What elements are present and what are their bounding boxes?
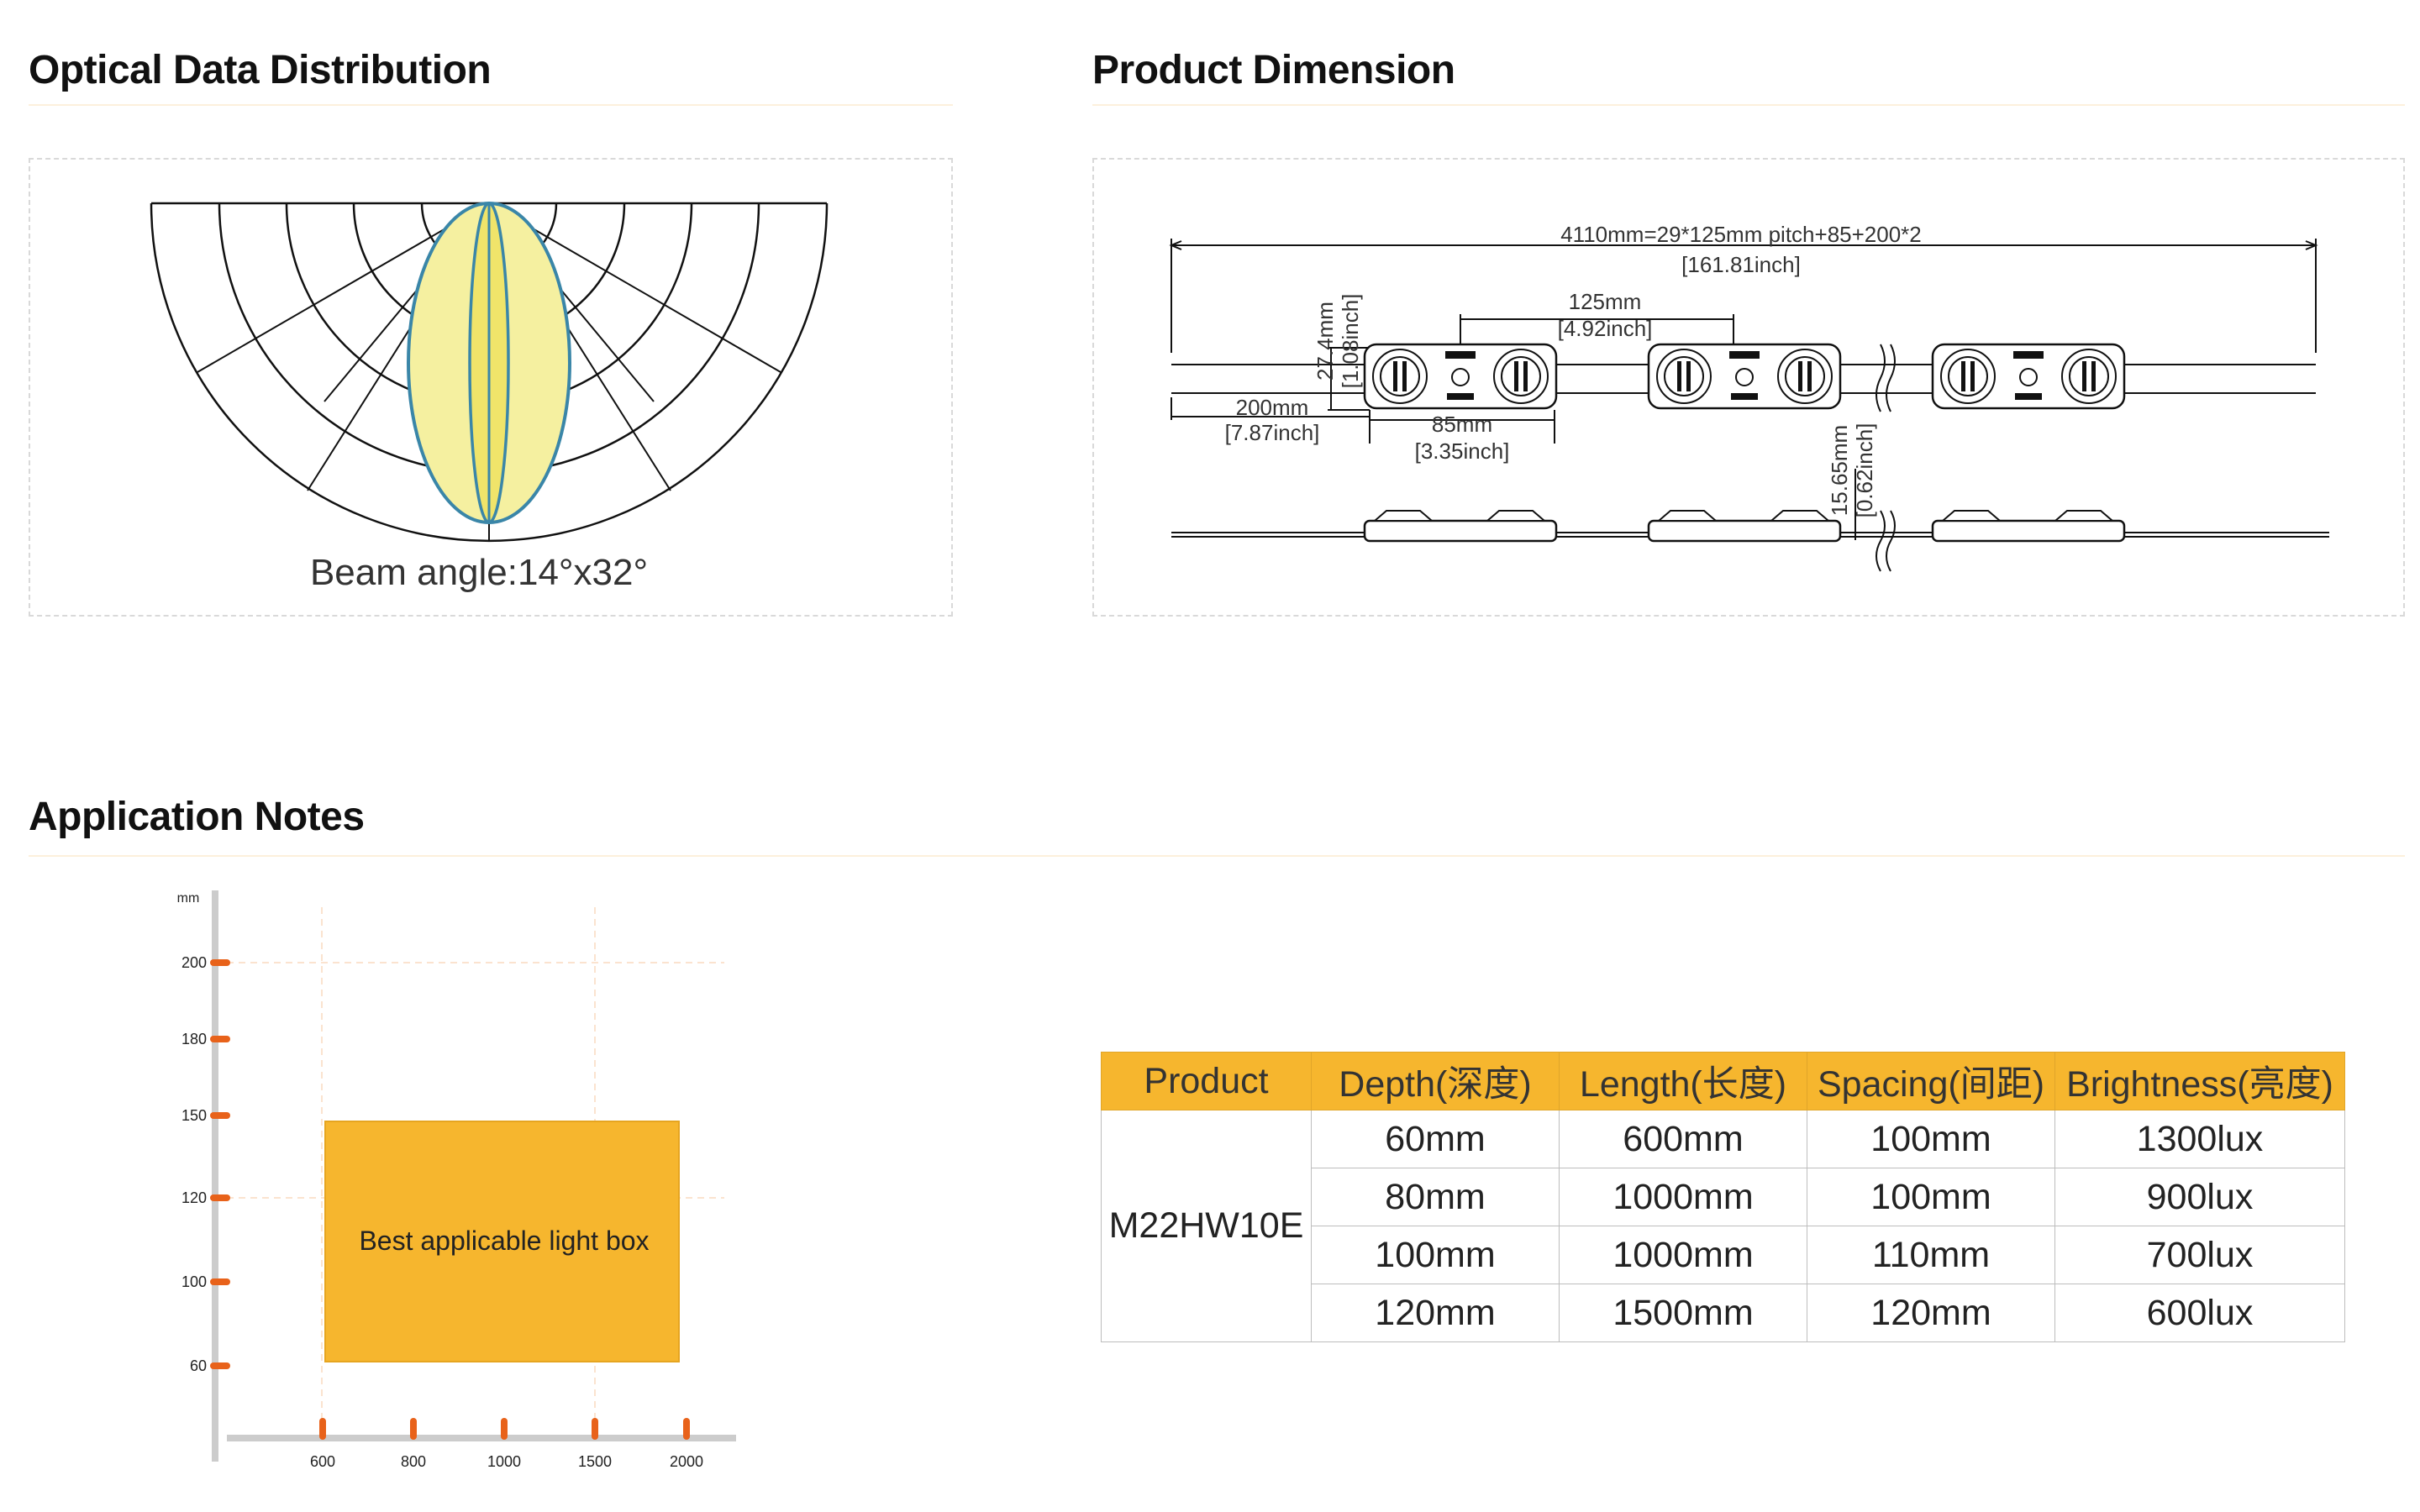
length-cell: 600mm [1559,1110,1807,1168]
header-depth: Depth(深度) [1311,1052,1560,1110]
pitch-mm: 125mm [1569,289,1642,314]
y-tick-label: 200 [182,954,207,971]
brightness-cell: 600lux [2054,1284,2345,1342]
table-header-row: Product Depth(深度) Length(长度) Spacing(间距)… [1101,1052,2345,1110]
product-model-cell: M22HW10E [1101,1110,1312,1342]
x-tick-label: 2000 [670,1453,703,1470]
length-cell: 1500mm [1559,1284,1807,1342]
dimension-section-title: Product Dimension [1092,48,1455,92]
y-tick-label: 150 [182,1107,207,1124]
optical-title-divider [29,104,953,106]
overall-length-mm: 4110mm=29*125mm pitch+85+200*2 [1560,222,1922,247]
height-inch: [1.08inch] [1338,294,1363,389]
beam-pattern [407,202,571,524]
lead-mm: 200mm [1236,395,1309,420]
x-tick-mark-1500 [592,1418,598,1440]
brightness-cell: 1300lux [2054,1110,2345,1168]
y-tick-label: 100 [182,1273,207,1290]
depth-cell: 120mm [1311,1284,1560,1342]
header-spacing: Spacing(间距) [1807,1052,2055,1110]
spacing-cell: 110mm [1807,1226,2055,1284]
height-mm: 27.4mm [1313,302,1338,381]
x-tick-label: 600 [310,1453,335,1470]
module-mm: 85mm [1432,412,1492,437]
depth-cell: 100mm [1311,1226,1560,1284]
pitch-inch: [4.92inch] [1558,316,1653,341]
x-tick-mark-600 [319,1418,326,1440]
y-tick-mark-150 [210,1112,230,1119]
y-tick-label: 60 [190,1357,207,1374]
application-section-title: Application Notes [29,795,365,839]
spacing-cell: 100mm [1807,1168,2055,1226]
thickness-inch: [0.62inch] [1852,423,1877,518]
beam-angle-label: Beam angle:14°x32° [310,552,648,593]
x-tick-label: 1500 [578,1453,612,1470]
x-tick-mark-800 [410,1418,417,1440]
x-tick-mark-1000 [501,1418,508,1440]
depth-cell: 80mm [1311,1168,1560,1226]
brightness-cell: 700lux [2054,1226,2345,1284]
header-brightness: Brightness(亮度) [2054,1052,2345,1110]
x-tick-mark-2000 [683,1418,690,1440]
best-light-box-label: Best applicable light box [359,1226,649,1256]
header-product: Product [1101,1052,1312,1110]
x-tick-label: 800 [401,1453,426,1470]
length-cell: 1000mm [1559,1168,1807,1226]
application-title-divider [29,855,2405,857]
spacing-cell: 100mm [1807,1110,2055,1168]
brightness-cell: 900lux [2054,1168,2345,1226]
dimension-title-divider [1092,104,2405,106]
spec-table: Product Depth(深度) Length(长度) Spacing(间距)… [1101,1052,2345,1342]
y-tick-mark-100 [210,1278,230,1285]
y-tick-mark-60 [210,1362,230,1369]
y-unit-label: mm [177,891,200,906]
x-tick-label: 1000 [487,1453,521,1470]
depth-cell: 60mm [1311,1110,1560,1168]
optical-section-title: Optical Data Distribution [29,48,492,92]
y-tick-mark-200 [210,959,230,966]
thickness-mm: 15.65mm [1827,425,1852,516]
module-inch: [3.35inch] [1415,438,1510,464]
y-tick-label: 120 [182,1189,207,1206]
table-row: M22HW10E 60mm 600mm 100mm 1300lux [1101,1110,2345,1342]
y-tick-label: 180 [182,1031,207,1047]
lead-inch: [7.87inch] [1225,420,1320,445]
polar-distribution-diagram: Beam angle:14°x32° [150,202,829,593]
product-dimension-drawing: 4110mm=29*125mm pitch+85+200*2 [161.81in… [1169,222,2329,572]
y-tick-mark-120 [210,1194,230,1201]
spacing-cell: 120mm [1807,1284,2055,1342]
y-tick-mark-180 [210,1036,230,1042]
header-length: Length(长度) [1559,1052,1807,1110]
overall-length-inch: [161.81inch] [1681,252,1801,277]
application-chart: Best applicable light box mm 200 180 150… [177,890,736,1470]
length-cell: 1000mm [1559,1226,1807,1284]
